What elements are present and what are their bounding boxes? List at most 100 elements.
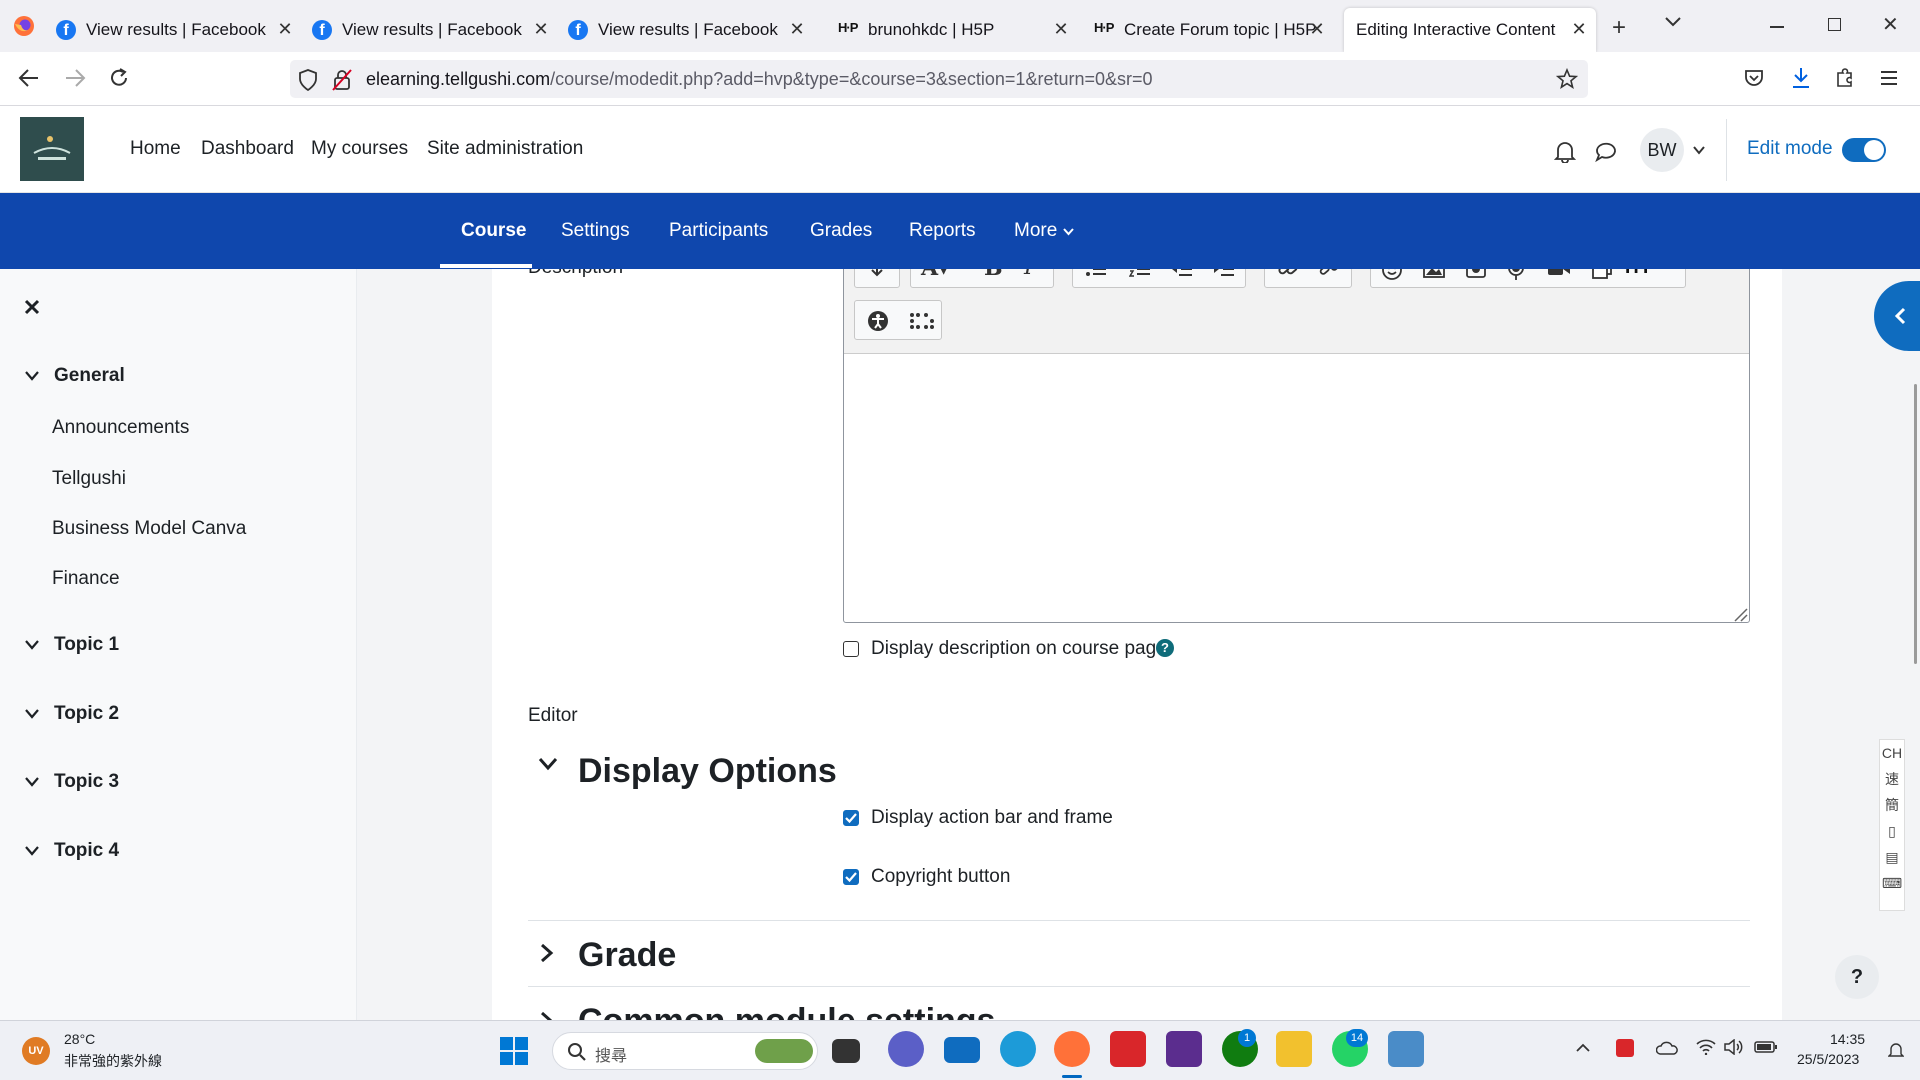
ime-width-icon[interactable]: ▯ xyxy=(1880,818,1904,844)
ime-language-indicator[interactable]: CH xyxy=(1880,740,1904,766)
close-window-icon[interactable]: ✕ xyxy=(1882,12,1899,37)
help-icon[interactable]: ? xyxy=(1156,639,1174,657)
restore-window-icon[interactable] xyxy=(1828,18,1841,31)
downloads-icon[interactable] xyxy=(1790,66,1812,90)
notifications-bell-icon[interactable] xyxy=(1888,1041,1904,1059)
clock-date[interactable]: 25/5/2023 xyxy=(1797,1051,1859,1067)
help-button[interactable]: ? xyxy=(1835,955,1879,999)
action-bar-checkbox[interactable] xyxy=(843,810,859,826)
weather-uv-badge[interactable]: UV xyxy=(22,1037,50,1065)
ime-settings-icon[interactable]: ▤ xyxy=(1880,844,1904,870)
ime-keyboard-icon[interactable]: ⌨ xyxy=(1880,870,1904,896)
wps-office-icon[interactable] xyxy=(1110,1031,1146,1067)
section-general[interactable]: General xyxy=(22,365,125,387)
tab-more[interactable]: More xyxy=(1014,220,1057,242)
common-module-toggle[interactable] xyxy=(540,1011,554,1020)
nav-site-administration[interactable]: Site administration xyxy=(427,138,583,160)
reload-icon[interactable] xyxy=(108,67,130,89)
tab-participants[interactable]: Participants xyxy=(669,220,768,242)
firefox-taskbar-icon[interactable] xyxy=(1054,1031,1090,1067)
manage-files-icon[interactable] xyxy=(1591,269,1613,280)
section-topic-3[interactable]: Topic 3 xyxy=(22,771,119,793)
ime-quick-mode-icon[interactable]: 速 xyxy=(1880,766,1904,792)
close-tab-icon[interactable]: ✕ xyxy=(1306,18,1328,40)
link-icon[interactable] xyxy=(1277,269,1299,279)
italic-icon[interactable]: I xyxy=(1024,269,1033,280)
editor-content-area[interactable] xyxy=(844,355,1749,622)
tab-editing-interactive-content[interactable]: Editing Interactive Content ✕ xyxy=(1344,8,1596,52)
outdent-icon[interactable] xyxy=(1171,269,1193,277)
record-video-icon[interactable] xyxy=(1547,269,1571,278)
copyright-button-checkbox[interactable] xyxy=(843,869,859,885)
back-arrow-icon[interactable] xyxy=(18,68,40,88)
page-scrollbar[interactable] xyxy=(1914,384,1917,664)
site-logo[interactable] xyxy=(20,117,84,181)
common-module-settings-heading[interactable]: Common module settings xyxy=(578,1002,995,1020)
pocket-icon[interactable] xyxy=(1744,68,1764,88)
task-view-icon[interactable] xyxy=(832,1039,860,1063)
url-bar[interactable]: elearning.tellgushi.com/course/modedit.p… xyxy=(290,60,1588,98)
sidebar-item-announcements[interactable]: Announcements xyxy=(52,417,189,439)
record-audio-icon[interactable] xyxy=(1507,269,1525,281)
display-options-toggle[interactable] xyxy=(538,757,558,771)
tab-facebook-2[interactable]: f View results | Facebook ✕ xyxy=(312,8,558,52)
taskbar-search-box[interactable]: 搜尋 xyxy=(552,1032,818,1070)
messages-chat-icon[interactable] xyxy=(1594,141,1618,163)
tab-grades[interactable]: Grades xyxy=(810,220,872,242)
h5p-icon[interactable]: H·P xyxy=(1625,269,1656,279)
bookmark-star-icon[interactable] xyxy=(1556,68,1578,90)
section-topic-4[interactable]: Topic 4 xyxy=(22,840,119,862)
grade-heading[interactable]: Grade xyxy=(578,936,676,975)
show-hidden-icons-chevron-up-icon[interactable] xyxy=(1576,1043,1590,1052)
user-menu-chevron-down-icon[interactable] xyxy=(1693,146,1705,155)
avatar[interactable]: BW xyxy=(1640,128,1684,172)
ordered-list-icon[interactable] xyxy=(1129,269,1151,277)
close-tab-icon[interactable]: ✕ xyxy=(274,18,296,40)
paragraph-styles-icon[interactable]: A▾ xyxy=(921,269,949,281)
tab-facebook-1[interactable]: f View results | Facebook ✕ xyxy=(56,8,302,52)
display-options-heading[interactable]: Display Options xyxy=(578,752,837,791)
extensions-puzzle-icon[interactable] xyxy=(1834,67,1856,89)
minimize-window-icon[interactable] xyxy=(1770,26,1784,28)
forward-arrow-icon[interactable] xyxy=(64,68,86,88)
sidebar-item-business-model-canva[interactable]: Business Model Canva xyxy=(52,518,246,540)
clock-time[interactable]: 14:35 xyxy=(1830,1031,1865,1047)
new-tab-icon[interactable]: + xyxy=(1612,14,1626,42)
open-block-drawer-button[interactable] xyxy=(1874,281,1920,351)
security-app-icon[interactable] xyxy=(1616,1039,1634,1057)
unlink-icon[interactable] xyxy=(1319,269,1341,279)
windows-start-icon[interactable] xyxy=(500,1037,528,1065)
tab-reports[interactable]: Reports xyxy=(909,220,976,242)
tab-course[interactable]: Course xyxy=(461,220,526,242)
tab-facebook-3[interactable]: f View results | Facebook ✕ xyxy=(568,8,814,52)
list-tabs-chevron-icon[interactable] xyxy=(1664,16,1682,28)
sidebar-item-finance[interactable]: Finance xyxy=(52,568,120,590)
file-explorer-icon[interactable] xyxy=(1276,1031,1312,1067)
section-topic-1[interactable]: Topic 1 xyxy=(22,634,119,656)
display-description-checkbox[interactable] xyxy=(843,641,859,657)
nav-dashboard[interactable]: Dashboard xyxy=(201,138,294,160)
tracking-protection-shield-icon[interactable] xyxy=(298,69,318,91)
indent-icon[interactable] xyxy=(1213,269,1235,277)
nav-home[interactable]: Home xyxy=(130,138,181,160)
firefox-logo-icon[interactable] xyxy=(12,14,36,38)
bold-icon[interactable]: B xyxy=(984,269,1003,281)
screenreader-helper-icon[interactable] xyxy=(909,312,935,330)
grade-toggle[interactable] xyxy=(540,943,554,963)
close-tab-icon[interactable]: ✕ xyxy=(1568,18,1590,40)
emoji-icon[interactable] xyxy=(1381,269,1403,281)
edge-browser-icon[interactable] xyxy=(1000,1031,1036,1067)
unordered-list-icon[interactable] xyxy=(1085,269,1107,277)
insert-image-icon[interactable] xyxy=(1423,269,1445,279)
insecure-lock-icon[interactable] xyxy=(332,69,352,91)
tab-h5p-profile[interactable]: H·P brunohkdc | H5P ✕ xyxy=(838,8,1078,52)
tab-settings[interactable]: Settings xyxy=(561,220,630,242)
section-topic-2[interactable]: Topic 2 xyxy=(22,703,119,725)
teams-chat-icon[interactable] xyxy=(888,1031,924,1067)
volume-icon[interactable] xyxy=(1724,1039,1744,1055)
insert-media-icon[interactable] xyxy=(1465,269,1487,279)
edit-mode-toggle[interactable] xyxy=(1842,138,1886,162)
url-text[interactable]: elearning.tellgushi.com/course/modedit.p… xyxy=(366,69,1153,90)
close-tab-icon[interactable]: ✕ xyxy=(530,18,552,40)
toolbar-collapse-button[interactable] xyxy=(854,269,900,288)
